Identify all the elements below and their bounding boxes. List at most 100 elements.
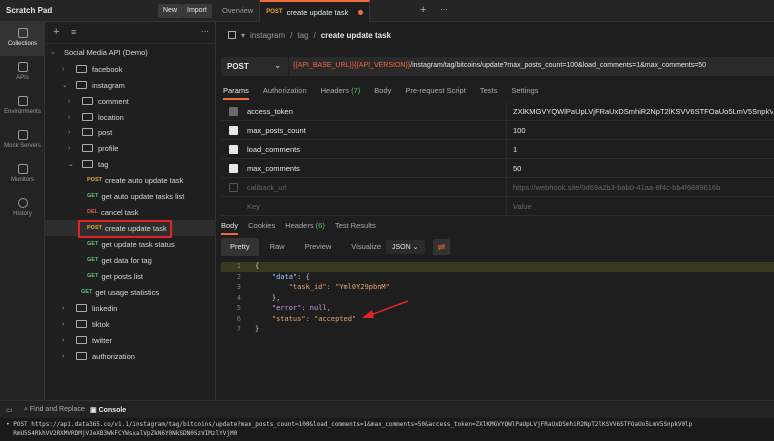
request-get-usage-statistics[interactable]: GET get usage statistics [81,284,159,300]
folder-label: instagram [92,80,125,90]
tab-overview[interactable]: Overview [216,0,261,22]
tab-params[interactable]: Params [223,86,249,100]
tab-response-body[interactable]: Body [221,221,239,235]
param-checkbox[interactable] [229,183,238,192]
folder-icon [82,97,93,105]
tab-settings[interactable]: Settings [511,86,538,100]
chevron-down-icon: ⌄ [68,161,74,168]
collection-row[interactable]: ⌄ Social Media API (Demo) [50,44,148,60]
toggle-sidebar-icon[interactable]: ▭ [6,406,13,414]
new-button[interactable]: New [158,4,183,18]
url-input[interactable]: {{API_BASE_URL}}{{API_VERSION}}/instagra… [289,57,774,76]
folder-post[interactable]: › post [68,124,112,140]
folder-location[interactable]: › location [68,109,124,125]
icon-rail: Collections APIs Environments Mock Serve… [0,22,45,400]
rail-apis[interactable]: APIs [0,62,45,81]
collection-name: Social Media API (Demo) [64,47,148,57]
add-collection-icon[interactable]: + [53,26,59,38]
folder-comment[interactable]: › comment [68,93,129,109]
mock-servers-icon [17,130,28,140]
column-divider [506,102,507,121]
breadcrumb-item[interactable]: instagram [250,31,285,40]
folder-twitter[interactable]: › twitter [62,332,112,348]
column-divider [506,140,507,159]
method-badge: GET [87,257,99,263]
param-value[interactable]: 100 [513,126,773,135]
folder-facebook[interactable]: › facebook [62,61,122,77]
param-value[interactable]: 50 [513,164,773,173]
folder-authorization[interactable]: › authorization [62,348,135,364]
code-line: 7} [221,325,774,335]
method-select[interactable]: POST ⌄ [221,57,288,76]
tab-create-update-task[interactable]: POST create update task [260,0,371,22]
tab-test-results[interactable]: Test Results [335,221,376,235]
param-checkbox[interactable] [229,126,238,135]
filter-icon[interactable]: ≡ [71,27,76,37]
console-button[interactable]: ▣ Console [90,406,126,414]
rail-collections[interactable]: Collections [0,22,45,56]
console-output: • POST https://api.data365.co/v1.1/insta… [0,418,774,441]
rail-mock-servers[interactable]: Mock Servers [0,130,45,149]
request-create-auto-update-task[interactable]: POST create auto update task [87,172,183,188]
line-number: 2 [236,273,241,281]
folder-profile[interactable]: › profile [68,140,118,156]
param-value[interactable]: https://webhook.site/0d69a2b3-bab0-41aa-… [513,183,773,192]
format-visualize[interactable]: Visualize [342,238,390,256]
tab-tests[interactable]: Tests [480,86,498,100]
chevron-right-icon: › [62,65,65,73]
breadcrumb-item[interactable]: tag [297,31,308,40]
rail-environments[interactable]: Environments [0,96,45,115]
request-get-auto-update-tasks-list[interactable]: GET get auto update tasks list [87,188,184,204]
method-value: POST [227,62,249,71]
format-raw[interactable]: Raw [261,238,294,256]
column-divider [506,178,507,197]
param-key[interactable]: callback_url [247,183,287,192]
param-key[interactable]: max_comments [247,164,300,173]
folder-label: tiktok [92,319,110,329]
find-replace-button[interactable]: ⌕ Find and Replace [24,406,85,414]
param-checkbox[interactable] [229,107,238,116]
param-checkbox[interactable] [229,145,238,154]
folder-label: twitter [92,335,113,345]
tab-response-headers[interactable]: Headers (6) [285,221,325,235]
rail-history[interactable]: History [0,198,45,217]
param-row: access_token ZXlKMGVYQWlPaUpLVjFRaUxDSmh… [221,102,774,121]
new-param-value[interactable]: Value [513,202,773,211]
new-param-key[interactable]: Key [247,202,260,211]
tab-label: Headers [285,221,314,230]
tab-cookies[interactable]: Cookies [248,221,275,235]
folder-icon [76,65,87,73]
tab-pre-request-script[interactable]: Pre-request Script [405,86,465,100]
param-value[interactable]: 1 [513,145,773,154]
add-tab-icon[interactable]: + [420,4,426,16]
request-get-data-for-tag[interactable]: GET get data for tag [87,252,152,268]
method-badge: GET [87,193,99,199]
request-label: get update task status [101,239,175,249]
rail-monitors[interactable]: Monitors [0,164,45,183]
tab-body[interactable]: Body [374,86,391,100]
tab-headers[interactable]: Headers (7) [321,86,361,100]
format-preview[interactable]: Preview [296,238,341,256]
request-get-posts-list[interactable]: GET get posts list [87,268,143,284]
format-pretty[interactable]: Pretty [221,238,259,256]
chevron-down-icon[interactable]: ▾ [241,31,245,40]
language-select[interactable]: JSON ⌄ [386,240,425,254]
tab-authorization[interactable]: Authorization [263,86,307,100]
request-get-update-task-status[interactable]: GET get update task status [87,236,175,252]
param-value[interactable]: ZXlKMGVYQWlPaUpLVjFRaUxDSmhiR2NpT2lKSVV6… [513,107,773,116]
folder-tiktok[interactable]: › tiktok [62,316,110,332]
request-cancel-task[interactable]: DEL cancel task [87,204,139,220]
wrap-lines-icon[interactable]: ⇌ [433,239,450,255]
code-text: }, [255,294,281,302]
folder-linkedin[interactable]: › linkedin [62,300,117,316]
folder-instagram[interactable]: ⌄ instagram [62,77,125,93]
param-checkbox[interactable] [229,164,238,173]
param-key[interactable]: load_comments [247,145,300,154]
import-button[interactable]: Import [182,4,212,18]
param-key[interactable]: max_posts_count [247,126,306,135]
param-key[interactable]: access_token [247,107,293,116]
more-icon[interactable]: ⋯ [201,27,209,36]
folder-label: linkedin [92,303,118,313]
folder-tag[interactable]: ⌄ tag [68,156,108,172]
tab-menu-icon[interactable]: ⋯ [440,4,448,16]
